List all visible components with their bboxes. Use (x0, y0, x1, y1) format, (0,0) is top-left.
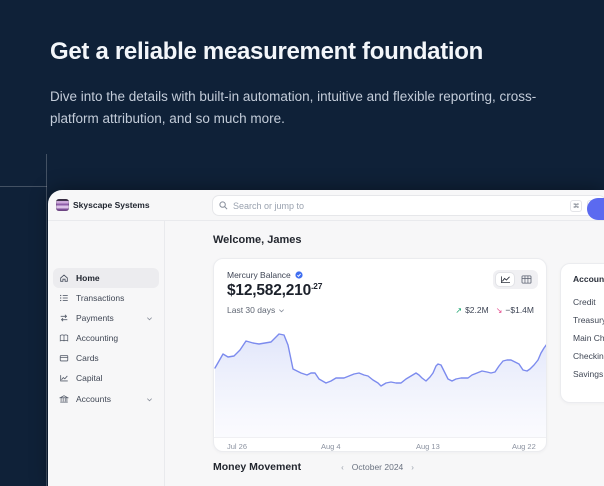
hero-subtitle: Dive into the details with built-in auto… (50, 89, 537, 126)
x-tick: Aug 22 (512, 442, 536, 451)
decorative-vertical-line (46, 154, 47, 486)
sidebar-item-transactions[interactable]: Transactions (53, 288, 159, 308)
table-view-toggle-button[interactable] (516, 272, 536, 287)
flow-stats: ↗ $2.2M ↘ −$1.4M (455, 305, 534, 315)
chart-x-axis: Jul 26 Aug 4 Aug 13 Aug 22 (214, 437, 546, 451)
sidebar-item-payments[interactable]: Payments (53, 308, 159, 328)
accounts-card-title: Accounts (573, 274, 604, 284)
outflow-arrow-icon: ↘ (495, 305, 503, 315)
primary-action-button[interactable] (587, 198, 604, 220)
chart-view-toggle (493, 270, 538, 289)
decorative-horizontal-line (0, 186, 47, 187)
sidebar-item-cards[interactable]: Cards (53, 348, 159, 368)
account-item-main-checking[interactable]: Main Che (573, 333, 604, 343)
x-tick: Aug 13 (416, 442, 440, 451)
sidebar-item-label: Home (76, 273, 100, 283)
sidebar-item-accounting[interactable]: Accounting (53, 328, 159, 348)
brand-logo-icon (56, 199, 69, 211)
sidebar-item-home[interactable]: Home (53, 268, 159, 288)
sidebar: Home Transactions Payments Accounting Ca… (48, 221, 165, 486)
bank-icon (59, 395, 69, 403)
home-icon (60, 274, 68, 282)
money-movement-section: Money Movement ‹ October 2024 › (213, 461, 414, 473)
account-item-credit[interactable]: Credit (573, 297, 596, 307)
sidebar-item-label: Accounting (76, 333, 119, 343)
chevron-down-icon (279, 308, 285, 312)
accounting-book-icon (59, 334, 69, 342)
sidebar-item-label: Accounts (76, 394, 111, 404)
sidebar-item-label: Payments (76, 313, 114, 323)
account-item-checking[interactable]: Checking (573, 351, 604, 361)
line-chart-toggle-button[interactable] (495, 272, 516, 287)
money-movement-title: Money Movement (213, 461, 302, 473)
dashboard-panel: Skyscape Systems Search or jump to ⌘ K H… (48, 190, 604, 486)
x-tick: Aug 4 (321, 442, 341, 451)
brand-name: Skyscape Systems (73, 200, 150, 210)
next-month-button[interactable]: › (411, 463, 414, 472)
search-input[interactable]: Search or jump to ⌘ K (212, 195, 604, 216)
verified-badge-icon (295, 271, 303, 279)
balance-area-chart (214, 333, 546, 437)
outflow-value: −$1.4M (505, 305, 534, 315)
cmd-key-badge: ⌘ (570, 199, 582, 212)
date-range-dropdown[interactable]: Last 30 days (227, 305, 285, 315)
search-placeholder: Search or jump to (233, 200, 305, 211)
search-icon (219, 201, 228, 210)
balance-card-title: Mercury Balance (227, 270, 291, 280)
accounts-card: Accounts Credit Treasury Main Che Checki… (560, 263, 604, 403)
card-icon (59, 355, 69, 362)
previous-month-button[interactable]: ‹ (341, 463, 344, 472)
top-bar: Skyscape Systems Search or jump to ⌘ K (48, 190, 604, 221)
inflow-value: $2.2M (465, 305, 489, 315)
x-tick: Jul 26 (227, 442, 248, 451)
sidebar-item-accounts[interactable]: Accounts (53, 389, 159, 409)
account-item-treasury[interactable]: Treasury (573, 315, 604, 325)
sidebar-item-label: Capital (76, 373, 103, 383)
line-chart-icon (500, 276, 510, 284)
hero-title: Get a reliable measurement foundation (50, 38, 484, 65)
month-label: October 2024 (351, 462, 404, 472)
transactions-list-icon (60, 294, 68, 302)
account-item-savings[interactable]: Savings ·· (573, 369, 604, 379)
chevron-down-icon (147, 316, 152, 320)
capital-chart-icon (60, 375, 68, 382)
sidebar-item-capital[interactable]: Capital (53, 368, 159, 388)
balance-amount: $12,582,210.27 (227, 281, 323, 300)
chevron-down-icon (147, 397, 152, 401)
balance-cents: .27 (311, 281, 323, 291)
table-icon (521, 275, 531, 284)
payments-arrows-icon (60, 314, 68, 322)
welcome-heading: Welcome, James (213, 234, 302, 246)
sidebar-item-label: Transactions (76, 293, 125, 303)
balance-card: Mercury Balance $12,582,210.27 Last 30 d… (213, 258, 547, 452)
sidebar-item-label: Cards (76, 353, 99, 363)
inflow-arrow-icon: ↗ (455, 305, 463, 315)
